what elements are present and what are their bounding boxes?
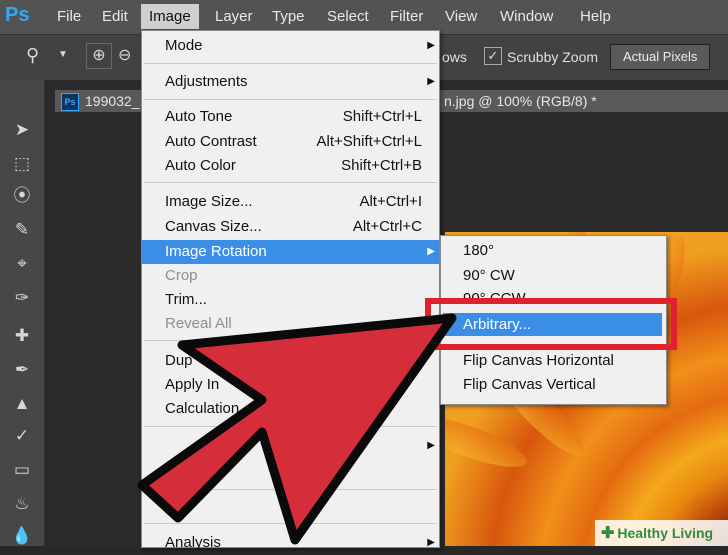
callout-arrow-icon	[137, 313, 457, 545]
